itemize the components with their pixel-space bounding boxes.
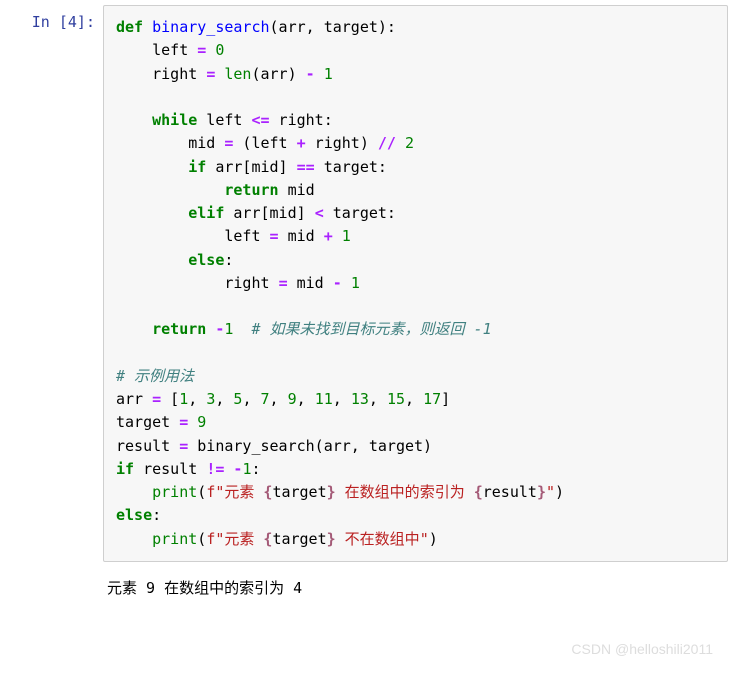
input-cell: In [4]: def binary_search(arr, target): … <box>0 0 733 567</box>
watermark: CSDN @helloshili2011 <box>571 641 713 657</box>
output-cell: 元素 9 在数组中的索引为 4 <box>0 567 733 600</box>
code-input-area[interactable]: def binary_search(arr, target): left = 0… <box>103 5 728 562</box>
output-text: 元素 9 在数组中的索引为 4 <box>95 575 733 600</box>
code-block[interactable]: def binary_search(arr, target): left = 0… <box>116 16 715 551</box>
input-prompt: In [4]: <box>0 5 103 562</box>
